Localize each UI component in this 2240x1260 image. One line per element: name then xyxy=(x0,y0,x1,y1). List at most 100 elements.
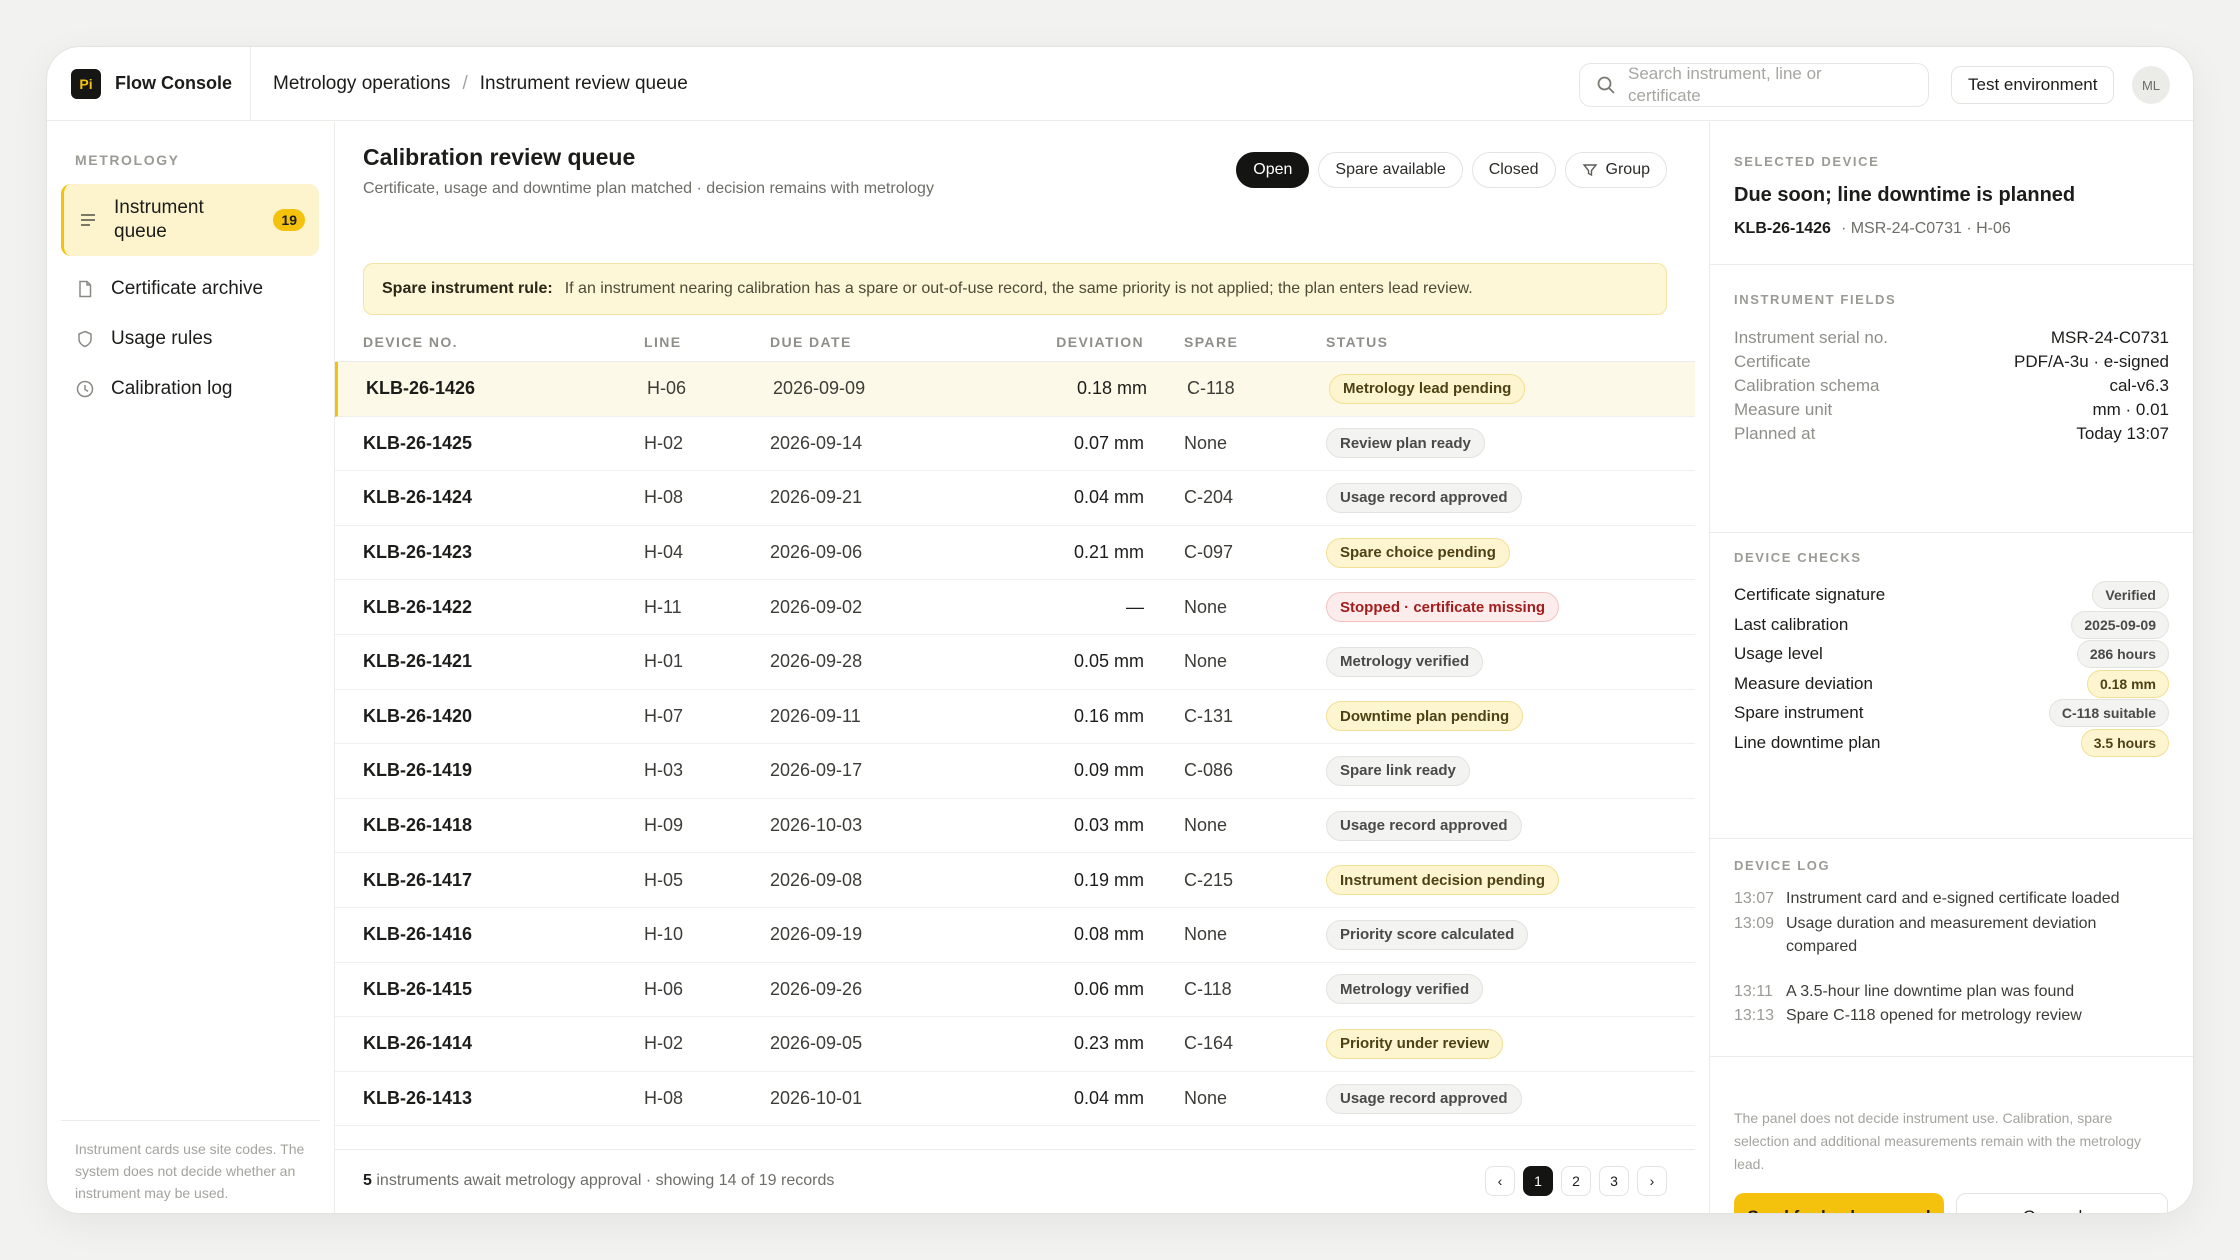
fields-heading: INSTRUMENT FIELDS xyxy=(1734,292,1897,307)
column-device[interactable]: DEVICE NO. xyxy=(363,334,458,350)
breadcrumb-parent[interactable]: Metrology operations xyxy=(273,73,450,95)
deviation-cell: 0.21 mm xyxy=(1073,542,1144,563)
group-button[interactable]: Group xyxy=(1564,152,1667,188)
open-plan-button[interactable]: Open plan xyxy=(1956,1193,2168,1213)
filter-open[interactable]: Open xyxy=(1236,152,1310,188)
spare-cell: C-204 xyxy=(1184,487,1234,508)
table-row[interactable]: KLB-26-1416 H-10 2026-09-19 0.08 mm None Prio… xyxy=(335,908,1695,963)
field-label: Planned at xyxy=(1734,424,1816,443)
pagination: ‹ 1 2 3 › xyxy=(1485,1166,1667,1196)
status-badge: Spare link ready xyxy=(1326,755,1470,786)
check-label: Last calibration xyxy=(1734,614,1849,634)
detail-panel: SELECTED DEVICE Due soon; line downtime … xyxy=(1709,122,2193,1213)
group-label: Group xyxy=(1605,161,1650,178)
deviation-cell: — xyxy=(1126,596,1144,617)
spare-cell: None xyxy=(1184,596,1228,617)
instrument-field: Calibration schema cal-v6.3 xyxy=(1734,374,2169,398)
page-3-button[interactable]: 3 xyxy=(1599,1166,1629,1196)
panel-divider xyxy=(1710,264,2193,265)
main-content: Calibration review queue Certificate, us… xyxy=(335,122,1695,1213)
deviation-cell: 0.16 mm xyxy=(1073,705,1144,726)
spare-cell: C-131 xyxy=(1184,705,1234,726)
line-cell: H-01 xyxy=(644,651,684,672)
table-row[interactable]: KLB-26-1423 H-04 2026-09-06 0.21 mm C-097 Spa… xyxy=(335,526,1695,581)
table-row[interactable]: KLB-26-1421 H-01 2026-09-28 0.05 mm None Metr… xyxy=(335,635,1695,690)
column-due-date[interactable]: DUE DATE xyxy=(770,334,852,350)
instrument-field: Planned at Today 13:07 xyxy=(1734,422,2169,446)
line-cell: H-04 xyxy=(644,542,684,563)
check-label: Certificate signature xyxy=(1734,585,1886,604)
status-cell: Priority under review xyxy=(1326,1017,1504,1071)
sidebar-item-usage-rules[interactable]: Usage rules xyxy=(61,316,319,362)
spare-cell: None xyxy=(1184,815,1228,836)
due-date-cell: 2026-09-06 xyxy=(770,542,863,563)
table-row[interactable]: KLB-26-1425 H-02 2026-09-14 0.07 mm None Revi… xyxy=(335,417,1695,472)
breadcrumb-current: Instrument review queue xyxy=(479,72,688,94)
column-spare[interactable]: SPARE xyxy=(1184,334,1238,350)
page-1-button[interactable]: 1 xyxy=(1523,1166,1553,1196)
line-cell: H-07 xyxy=(644,705,684,726)
field-label: Certificate xyxy=(1734,352,1811,371)
sidebar-item-calibration-log[interactable]: Calibration log xyxy=(61,366,319,412)
device-id-cell: KLB-26-1413 xyxy=(363,1088,473,1109)
table-row[interactable]: KLB-26-1414 H-02 2026-09-05 0.23 mm C-164 Pri… xyxy=(335,1017,1695,1072)
avatar[interactable]: ML xyxy=(2132,66,2170,104)
column-status[interactable]: STATUS xyxy=(1326,334,1388,350)
sidebar-item-label: Certificate archive xyxy=(111,278,264,299)
prev-page-button[interactable]: ‹ xyxy=(1485,1166,1515,1196)
table-footer: 5 instruments await metrology approval ·… xyxy=(335,1149,1695,1213)
page-subtitle: Certificate, usage and downtime plan mat… xyxy=(363,180,934,197)
table-row[interactable]: KLB-26-1417 H-05 2026-09-08 0.19 mm C-215 Ins… xyxy=(335,853,1695,908)
search-input[interactable]: Search instrument, line or certificate xyxy=(1579,63,1929,107)
brand[interactable]: Pi Flow Console xyxy=(47,47,251,120)
status-badge: Usage record approved xyxy=(1326,482,1522,513)
deviation-cell: 0.23 mm xyxy=(1073,1033,1144,1054)
device-check: Measure deviation 0.18 mm xyxy=(1734,668,2169,700)
status-cell: Stopped · certificate missing xyxy=(1326,580,1560,634)
device-id-cell: KLB-26-1421 xyxy=(363,651,473,672)
status-cell: Spare link ready xyxy=(1326,744,1470,798)
table-row[interactable]: KLB-26-1424 H-08 2026-09-21 0.04 mm C-204 Usa… xyxy=(335,471,1695,526)
table-row[interactable]: KLB-26-1420 H-07 2026-09-11 0.16 mm C-131 Dow… xyxy=(335,690,1695,745)
status-badge: Metrology lead pending xyxy=(1329,373,1526,404)
field-value: mm · 0.01 xyxy=(2092,400,2169,419)
check-label: Spare instrument xyxy=(1734,703,1864,722)
send-for-approval-button[interactable]: Send for lead approval xyxy=(1734,1193,1944,1213)
device-id-cell: KLB-26-1423 xyxy=(363,542,473,563)
table-row[interactable]: KLB-26-1415 H-06 2026-09-26 0.06 mm C-118 Met… xyxy=(335,963,1695,1018)
sidebar-item-instrument-queue[interactable]: Instrument queue 19 xyxy=(61,184,319,256)
table-row[interactable]: KLB-26-1418 H-09 2026-10-03 0.03 mm None Usag… xyxy=(335,799,1695,854)
environment-button[interactable]: Test environment xyxy=(1951,66,2115,104)
status-badge: Metrology verified xyxy=(1326,646,1484,677)
status-cell: Usage record approved xyxy=(1326,799,1522,853)
checks-heading: DEVICE CHECKS xyxy=(1734,550,1862,565)
sidebar-item-label: Instrument queue xyxy=(114,197,204,242)
sidebar-divider xyxy=(61,1120,320,1121)
table-row[interactable]: KLB-26-1426 H-06 2026-09-09 0.18 mm C-118 Met… xyxy=(335,362,1695,417)
table-row[interactable]: KLB-26-1413 H-08 2026-10-01 0.04 mm None Usag… xyxy=(335,1072,1695,1127)
due-date-cell: 2026-09-08 xyxy=(770,869,863,890)
queue-count-badge: 19 xyxy=(273,209,305,231)
table-row[interactable]: KLB-26-1419 H-03 2026-09-17 0.09 mm C-086 Spa… xyxy=(335,744,1695,799)
filter-closed[interactable]: Closed xyxy=(1471,152,1556,188)
footer-text: instruments await metrology approval · s… xyxy=(376,1172,835,1189)
app-logo: Pi xyxy=(71,68,101,99)
sidebar-item-certificate-archive[interactable]: Certificate archive xyxy=(61,266,319,312)
due-date-cell: 2026-09-21 xyxy=(770,487,863,508)
status-cell: Spare choice pending xyxy=(1326,526,1510,580)
panel-divider xyxy=(1710,1056,2193,1057)
document-icon xyxy=(75,279,95,299)
column-line[interactable]: LINE xyxy=(644,334,682,350)
column-deviation[interactable]: DEVIATION xyxy=(935,334,1144,350)
table-row[interactable]: KLB-26-1422 H-11 2026-09-02 — None Stopped · … xyxy=(335,580,1695,635)
page-2-button[interactable]: 2 xyxy=(1561,1166,1591,1196)
log-entry: 13:09 Usage duration and measurement devi… xyxy=(1734,912,2169,958)
filter-spare-available[interactable]: Spare available xyxy=(1318,152,1463,188)
line-cell: H-02 xyxy=(644,1033,684,1054)
next-page-button[interactable]: › xyxy=(1637,1166,1667,1196)
field-value: cal-v6.3 xyxy=(2109,376,2169,395)
field-label: Instrument serial no. xyxy=(1734,328,1889,347)
due-date-cell: 2026-09-09 xyxy=(773,378,866,399)
spare-cell: None xyxy=(1184,924,1228,945)
device-id-cell: KLB-26-1416 xyxy=(363,924,473,945)
